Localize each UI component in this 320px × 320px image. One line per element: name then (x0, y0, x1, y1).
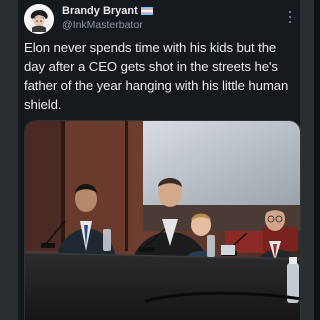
avatar-image (26, 6, 52, 32)
photo-image (25, 121, 300, 320)
left-backdrop (0, 0, 18, 320)
right-backdrop (300, 0, 314, 320)
flag-icon (140, 7, 153, 16)
tweet-card[interactable]: Brandy Bryant @InkMasterbator Elon never… (18, 0, 301, 320)
author-handle[interactable]: @InkMasterbator (62, 19, 143, 31)
tweet-photo[interactable] (24, 120, 301, 320)
author-name[interactable]: Brandy Bryant (62, 5, 138, 17)
avatar[interactable] (24, 4, 54, 34)
more-options-icon[interactable] (284, 9, 296, 25)
author-name-row[interactable]: Brandy Bryant (62, 5, 153, 17)
tweet-text: Elon never spends time with his kids but… (24, 40, 289, 112)
